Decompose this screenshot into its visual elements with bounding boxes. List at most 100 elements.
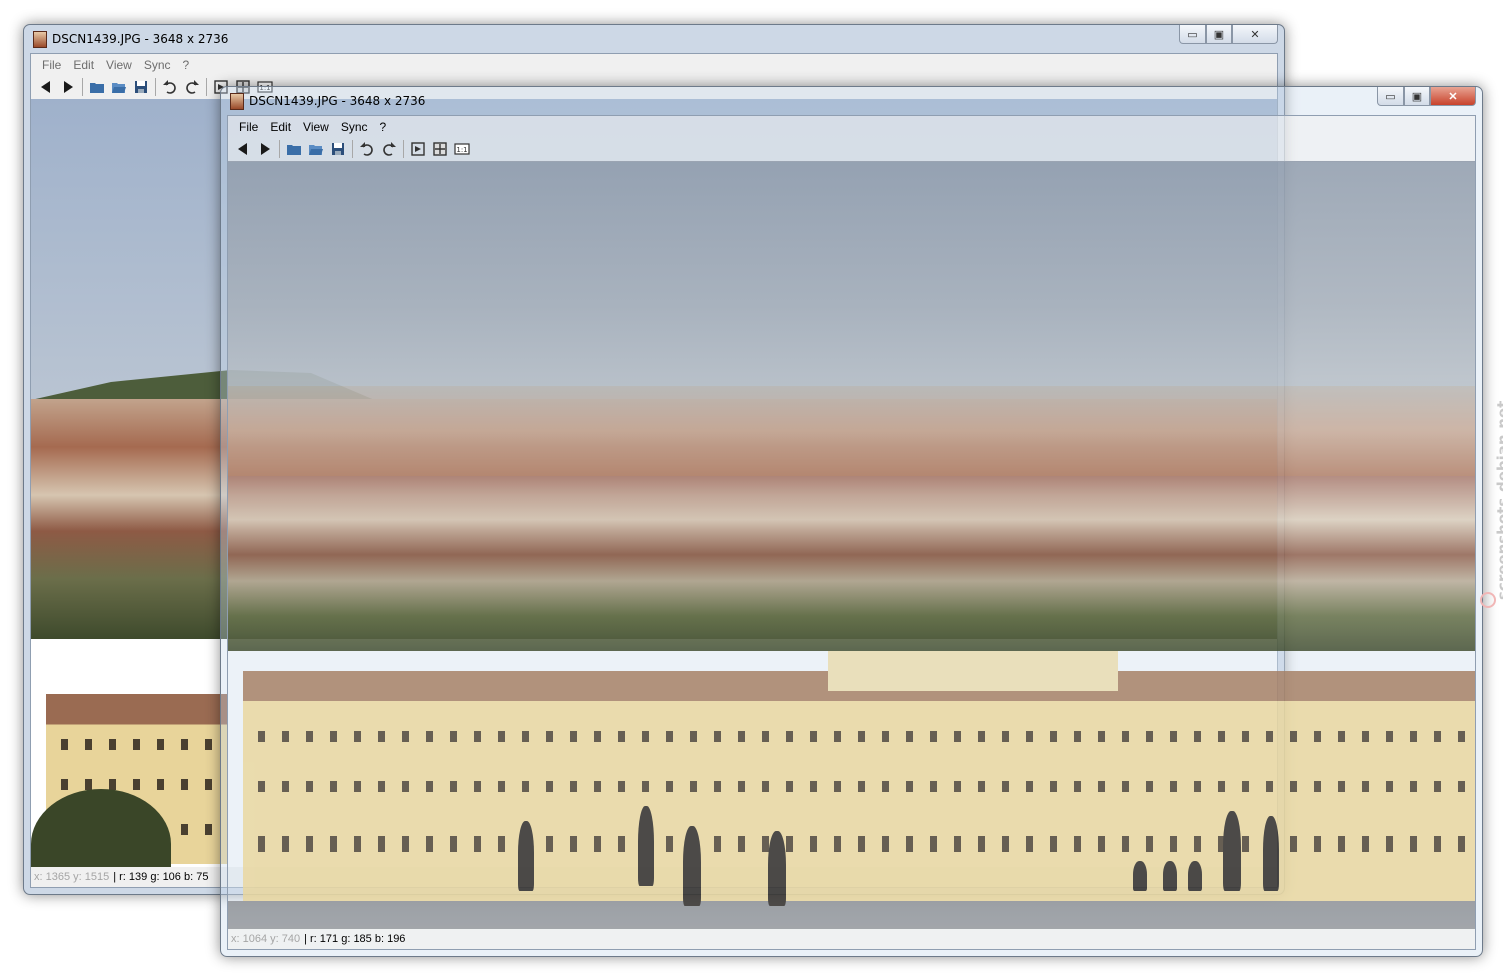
open-folder-button[interactable] bbox=[108, 77, 130, 97]
menu-view[interactable]: View bbox=[303, 120, 329, 134]
image-viewport[interactable] bbox=[228, 161, 1475, 929]
next-icon bbox=[64, 81, 73, 93]
minimize-button[interactable]: ▭ bbox=[1377, 87, 1404, 106]
toolbar-separator bbox=[403, 140, 404, 158]
save-button[interactable] bbox=[327, 139, 349, 159]
previous-icon bbox=[238, 143, 247, 155]
previous-icon bbox=[41, 81, 50, 93]
watermark-text: screenshots.debian.net bbox=[1494, 400, 1503, 600]
menu-help[interactable]: ? bbox=[380, 120, 387, 134]
photo-city bbox=[228, 476, 1475, 651]
palace-center-pavilion bbox=[828, 651, 1118, 691]
previous-button[interactable] bbox=[232, 139, 254, 159]
actual-size-icon: 1:1 bbox=[454, 143, 470, 155]
toolbar-separator bbox=[352, 140, 353, 158]
palace-windows bbox=[258, 781, 1475, 792]
fullscreen-icon bbox=[433, 142, 447, 156]
photo-person bbox=[638, 806, 654, 886]
open-folder-button[interactable] bbox=[305, 139, 327, 159]
menu-help[interactable]: ? bbox=[183, 58, 190, 72]
fullscreen-button[interactable] bbox=[429, 139, 451, 159]
caption-buttons: ▭ ▣ ✕ bbox=[1377, 87, 1476, 107]
rotate-left-button[interactable] bbox=[356, 139, 378, 159]
photo-person bbox=[1163, 861, 1177, 891]
photo-person bbox=[1133, 861, 1147, 891]
photo-person bbox=[518, 821, 534, 891]
status-coordinates: x: 1365 y: 1515 bbox=[34, 871, 110, 883]
actual-size-button[interactable]: 1:1 bbox=[451, 139, 473, 159]
menu-bar: File Edit View Sync ? bbox=[31, 54, 1277, 75]
menu-sync[interactable]: Sync bbox=[144, 58, 171, 72]
menu-file[interactable]: File bbox=[239, 120, 258, 134]
palace-windows bbox=[258, 731, 1475, 742]
close-button[interactable]: ✕ bbox=[1430, 87, 1476, 106]
menu-view[interactable]: View bbox=[106, 58, 132, 72]
toolbar: 1:1 bbox=[228, 137, 1475, 162]
app-icon bbox=[33, 31, 47, 48]
photo-person bbox=[1223, 811, 1241, 891]
rotate-left-icon bbox=[163, 80, 176, 94]
next-icon bbox=[261, 143, 270, 155]
maximize-button[interactable]: ▣ bbox=[1206, 25, 1232, 44]
fit-window-button[interactable] bbox=[407, 139, 429, 159]
rotate-right-icon bbox=[383, 142, 396, 156]
status-bar: x: 1064 y: 740 | r: 171 g: 185 b: 196 bbox=[228, 929, 1475, 949]
photo-sky bbox=[228, 161, 1475, 401]
open-button[interactable] bbox=[86, 77, 108, 97]
rotate-right-button[interactable] bbox=[181, 77, 203, 97]
rotate-left-icon bbox=[360, 142, 373, 156]
toolbar-separator bbox=[279, 140, 280, 158]
palace-windows bbox=[61, 739, 221, 750]
menu-edit[interactable]: Edit bbox=[270, 120, 291, 134]
client-area: File Edit View Sync ? 1:1 bbox=[227, 115, 1476, 950]
debian-swirl-icon bbox=[1480, 592, 1496, 608]
toolbar-separator bbox=[82, 78, 83, 96]
watermark: screenshots.debian.net bbox=[1478, 370, 1503, 620]
photo-city-far bbox=[228, 386, 1475, 476]
next-button[interactable] bbox=[254, 139, 276, 159]
menu-sync[interactable]: Sync bbox=[341, 120, 368, 134]
front-window[interactable]: DSCN1439.JPG - 3648 x 2736 ▭ ▣ ✕ File Ed… bbox=[220, 86, 1483, 957]
status-rgb: | r: 139 g: 106 b: 75 bbox=[113, 871, 209, 883]
save-icon bbox=[135, 81, 147, 93]
photo bbox=[228, 161, 1475, 929]
photo-person bbox=[683, 826, 701, 906]
svg-text:1:1: 1:1 bbox=[456, 146, 467, 154]
open-icon bbox=[287, 145, 301, 155]
palace-windows bbox=[258, 836, 1475, 852]
menu-bar: File Edit View Sync ? bbox=[228, 116, 1475, 137]
window-title: DSCN1439.JPG - 3648 x 2736 bbox=[249, 94, 426, 108]
caption-buttons: ▭ ▣ ✕ bbox=[1179, 25, 1278, 45]
rotate-right-button[interactable] bbox=[378, 139, 400, 159]
status-rgb: | r: 171 g: 185 b: 196 bbox=[304, 933, 406, 945]
open-icon bbox=[90, 83, 104, 93]
status-coordinates: x: 1064 y: 740 bbox=[231, 933, 301, 945]
title-bar[interactable]: DSCN1439.JPG - 3648 x 2736 ▭ ▣ ✕ bbox=[24, 25, 1284, 53]
save-icon bbox=[332, 143, 344, 155]
palace-windows bbox=[61, 779, 221, 790]
rotate-left-button[interactable] bbox=[159, 77, 181, 97]
previous-button[interactable] bbox=[35, 77, 57, 97]
photo-person bbox=[768, 831, 786, 906]
menu-file[interactable]: File bbox=[42, 58, 61, 72]
maximize-button[interactable]: ▣ bbox=[1404, 87, 1430, 106]
close-button[interactable]: ✕ bbox=[1232, 25, 1278, 44]
open-folder-icon bbox=[309, 145, 323, 155]
photo-person bbox=[1263, 816, 1279, 891]
photo-palace bbox=[243, 671, 1475, 921]
title-bar[interactable]: DSCN1439.JPG - 3648 x 2736 ▭ ▣ ✕ bbox=[221, 87, 1482, 115]
open-folder-icon bbox=[112, 83, 126, 93]
toolbar-separator bbox=[155, 78, 156, 96]
menu-edit[interactable]: Edit bbox=[73, 58, 94, 72]
photo-ground bbox=[228, 901, 1475, 929]
toolbar-separator bbox=[206, 78, 207, 96]
minimize-button[interactable]: ▭ bbox=[1179, 25, 1206, 44]
fit-window-icon bbox=[411, 142, 425, 156]
photo-person bbox=[1188, 861, 1202, 891]
rotate-right-icon bbox=[186, 80, 199, 94]
app-icon bbox=[230, 93, 244, 110]
open-button[interactable] bbox=[283, 139, 305, 159]
window-title: DSCN1439.JPG - 3648 x 2736 bbox=[52, 32, 229, 46]
next-button[interactable] bbox=[57, 77, 79, 97]
save-button[interactable] bbox=[130, 77, 152, 97]
